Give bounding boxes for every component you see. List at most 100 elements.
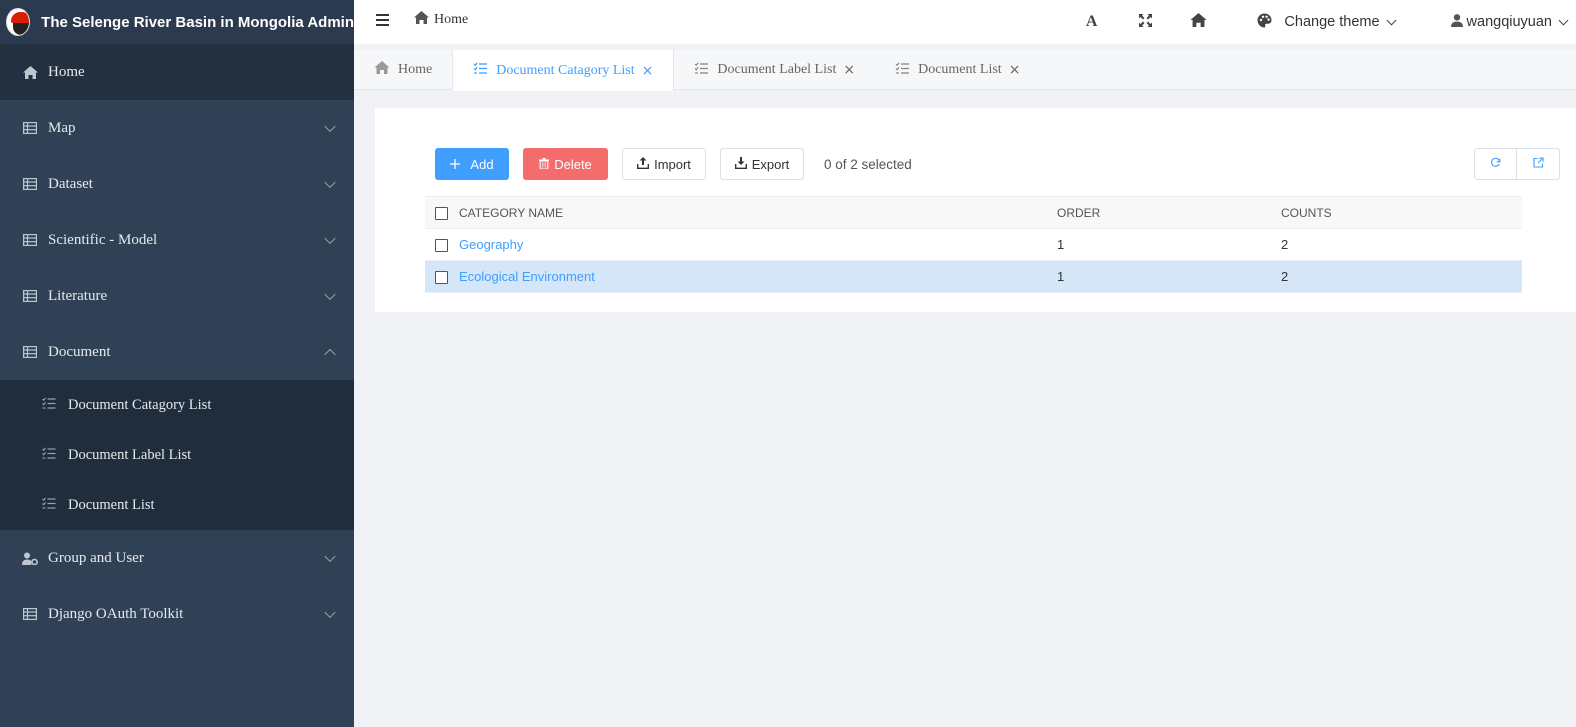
row-checkbox[interactable]	[435, 239, 448, 253]
order-cell: 1	[1057, 260, 1281, 293]
user-menu[interactable]: wangqiuyuan	[1450, 13, 1569, 31]
export-button[interactable]: Export	[720, 148, 804, 180]
category-name-cell: Ecological Environment	[459, 260, 1057, 293]
sidebar-item-django-oauth-toolkit[interactable]: Django OAuth Toolkit	[0, 586, 354, 642]
table-toolbar: Add Delete Import Export 0 of 2 selected	[435, 148, 912, 180]
sidebar-item-document[interactable]: Document	[0, 324, 354, 380]
chevron-down-icon	[1386, 15, 1396, 25]
top-header: Home A Change theme wangqiuyuan	[354, 0, 1576, 44]
sidebar-subitem-document-label-list[interactable]: Document Label List	[0, 430, 354, 480]
user-cog-icon	[22, 551, 38, 565]
fullscreen-icon	[1139, 13, 1153, 31]
sidebar-item-label: Dataset	[48, 175, 93, 192]
sidebar-item-dataset[interactable]: Dataset	[0, 156, 354, 212]
import-button-label: Import	[654, 156, 691, 172]
content-panel: Add Delete Import Export 0 of 2 selected	[375, 108, 1576, 312]
refresh-icon	[1490, 155, 1501, 173]
header-tools: A Change theme wangqiuyuan	[1086, 0, 1576, 44]
list-check-icon	[42, 496, 58, 514]
share-icon	[1532, 155, 1544, 173]
table-icon	[22, 607, 38, 621]
table-row: Ecological Environment 1 2	[425, 260, 1522, 293]
table-right-tools	[1474, 148, 1560, 180]
table-icon	[22, 177, 38, 191]
column-header-order[interactable]: ORDER	[1057, 196, 1281, 229]
logo	[6, 8, 31, 36]
sidebar: The Selenge River Basin in Mongolia Admi…	[0, 0, 354, 727]
delete-button[interactable]: Delete	[523, 148, 608, 180]
home-icon	[22, 65, 38, 79]
table-header-row: CATEGORY NAME ORDER COUNTS	[425, 196, 1522, 229]
download-icon	[734, 156, 752, 172]
sidebar-item-map[interactable]: Map	[0, 100, 354, 156]
sidebar-subitem-label: Document Catagory List	[68, 396, 212, 413]
tab-label: Document Label List	[717, 62, 837, 77]
tab-label: Home	[398, 62, 433, 77]
counts-cell: 2	[1281, 228, 1522, 261]
chevron-down-icon	[324, 550, 336, 563]
sidebar-item-label: Document	[48, 343, 111, 360]
select-all-checkbox[interactable]	[435, 206, 448, 220]
table-icon	[22, 233, 38, 247]
row-checkbox-cell	[425, 260, 459, 293]
table-row: Geography 1 2	[425, 228, 1522, 261]
sidebar-item-home[interactable]: Home	[0, 44, 354, 100]
sidebar-subitem-document-catagory-list[interactable]: Document Catagory List	[0, 380, 354, 430]
change-theme-label: Change theme	[1284, 14, 1380, 30]
category-link[interactable]: Geography	[459, 237, 523, 252]
breadcrumb-home[interactable]: Home	[434, 12, 468, 28]
tab-document-list[interactable]: Document List ×	[875, 50, 1040, 90]
document-submenu: Document Catagory List Document Label Li…	[0, 380, 354, 530]
hamburger-menu-icon[interactable]	[376, 14, 389, 26]
tab-document-catagory-list[interactable]: Document Catagory List ×	[452, 50, 675, 91]
sidebar-item-literature[interactable]: Literature	[0, 268, 354, 324]
header-checkbox-cell	[425, 196, 459, 229]
category-name-cell: Geography	[459, 228, 1057, 261]
row-checkbox[interactable]	[435, 271, 448, 285]
font-size-button[interactable]: A	[1086, 13, 1098, 31]
export-button-label: Export	[751, 156, 790, 172]
column-header-category-name[interactable]: CATEGORY NAME	[459, 196, 1057, 229]
close-icon[interactable]: ×	[843, 62, 855, 78]
import-button[interactable]: Import	[622, 148, 706, 180]
sidebar-item-label: Home	[48, 63, 85, 80]
columns-toggle-button[interactable]	[1517, 148, 1560, 180]
home-link-button[interactable]	[1190, 13, 1207, 31]
sidebar-item-scientific-model[interactable]: Scientific - Model	[0, 212, 354, 268]
list-check-icon	[42, 396, 58, 414]
tab-label: Document List	[918, 62, 1002, 77]
sidebar-subitem-label: Document Label List	[68, 446, 192, 463]
table-icon	[22, 121, 38, 135]
sidebar-item-group-and-user[interactable]: Group and User	[0, 530, 354, 586]
sidebar-menu: Home Map Dataset Scientific - Model Lite…	[0, 44, 354, 642]
document-submenu-wrapper: Document Catagory List Document Label Li…	[0, 380, 354, 530]
sidebar-subitem-document-list[interactable]: Document List	[0, 480, 354, 530]
add-button[interactable]: Add	[435, 148, 509, 180]
home-icon	[1190, 13, 1207, 31]
list-check-icon	[42, 446, 58, 464]
column-header-counts[interactable]: COUNTS	[1281, 196, 1522, 229]
upload-icon	[637, 156, 654, 172]
close-icon[interactable]: ×	[1009, 62, 1021, 78]
sidebar-item-label: Scientific - Model	[48, 231, 158, 248]
change-theme-dropdown[interactable]: Change theme	[1257, 13, 1396, 32]
tab-document-label-list[interactable]: Document Label List ×	[674, 50, 875, 90]
order-cell: 1	[1057, 228, 1281, 261]
chevron-up-icon	[324, 348, 336, 361]
sidebar-item-label: Group and User	[48, 549, 144, 566]
tab-home[interactable]: Home	[354, 50, 452, 90]
counts-cell: 2	[1281, 260, 1522, 293]
username: wangqiuyuan	[1466, 14, 1552, 30]
category-link[interactable]: Ecological Environment	[459, 269, 595, 284]
delete-button-label: Delete	[554, 156, 592, 172]
category-table: CATEGORY NAME ORDER COUNTS Geography 1 2…	[425, 196, 1522, 293]
selection-info: 0 of 2 selected	[824, 156, 912, 172]
add-button-label: Add	[470, 156, 494, 172]
chevron-down-icon	[324, 120, 336, 133]
close-icon[interactable]: ×	[642, 63, 654, 79]
fullscreen-button[interactable]	[1139, 13, 1153, 31]
chevron-down-icon	[324, 232, 336, 245]
plus-icon	[450, 157, 470, 172]
chevron-down-icon	[324, 288, 336, 301]
refresh-button[interactable]	[1474, 148, 1517, 180]
